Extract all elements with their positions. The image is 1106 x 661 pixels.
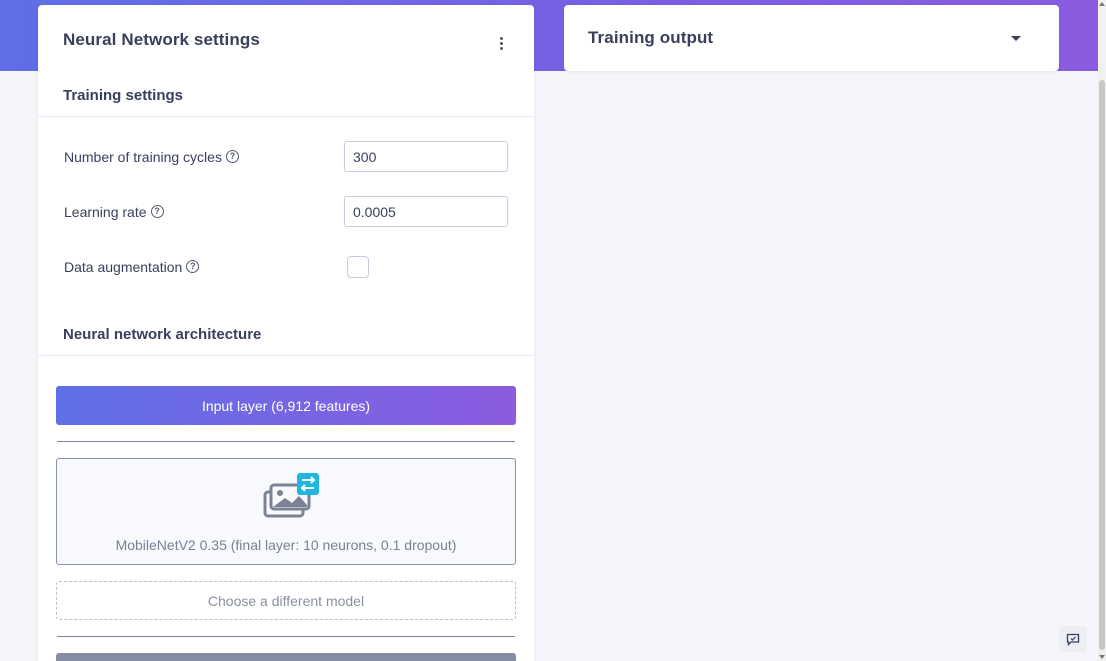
scroll-thumb[interactable] — [1099, 80, 1105, 650]
model-block[interactable]: MobileNetV2 0.35 (final layer: 10 neuron… — [56, 458, 516, 565]
training-cycles-row: Number of training cycles ? — [38, 129, 534, 184]
image-transfer-icon — [263, 473, 319, 518]
data-augmentation-checkbox[interactable] — [347, 255, 369, 278]
output-layer-block[interactable] — [56, 653, 516, 661]
training-settings-title: Training settings — [38, 75, 534, 117]
learning-rate-row: Learning rate ? — [38, 184, 534, 239]
data-augmentation-row: Data augmentation ? — [38, 239, 534, 294]
help-icon[interactable]: ? — [186, 260, 200, 273]
page-scrollbar[interactable] — [1098, 0, 1106, 661]
panel-title: Neural Network settings — [63, 30, 260, 49]
panel-header: Neural Network settings — [38, 5, 534, 75]
training-output-panel[interactable]: Training output — [564, 5, 1059, 71]
architecture-title: Neural network architecture — [38, 314, 534, 356]
training-output-title: Training output — [588, 28, 714, 47]
feedback-icon[interactable] — [1059, 626, 1087, 652]
data-augmentation-label: Data augmentation — [64, 258, 183, 275]
help-icon[interactable]: ? — [225, 150, 239, 163]
scroll-up-icon[interactable] — [1099, 2, 1105, 6]
learning-rate-label: Learning rate — [64, 203, 147, 220]
caret-down-icon[interactable] — [1011, 35, 1021, 41]
training-cycles-input[interactable] — [344, 141, 508, 172]
neural-network-settings-panel: Neural Network settings Training setting… — [38, 5, 534, 661]
scroll-down-icon[interactable] — [1099, 655, 1105, 659]
training-cycles-label: Number of training cycles — [64, 148, 222, 165]
help-icon[interactable]: ? — [150, 205, 164, 218]
layer-connector — [57, 636, 515, 637]
model-label: MobileNetV2 0.35 (final layer: 10 neuron… — [115, 537, 457, 553]
layer-connector — [57, 441, 515, 442]
learning-rate-input[interactable] — [344, 196, 508, 227]
input-layer-button[interactable]: Input layer (6,912 features) — [56, 386, 516, 425]
choose-model-button[interactable]: Choose a different model — [56, 581, 516, 620]
kebab-menu-icon[interactable] — [493, 35, 509, 51]
